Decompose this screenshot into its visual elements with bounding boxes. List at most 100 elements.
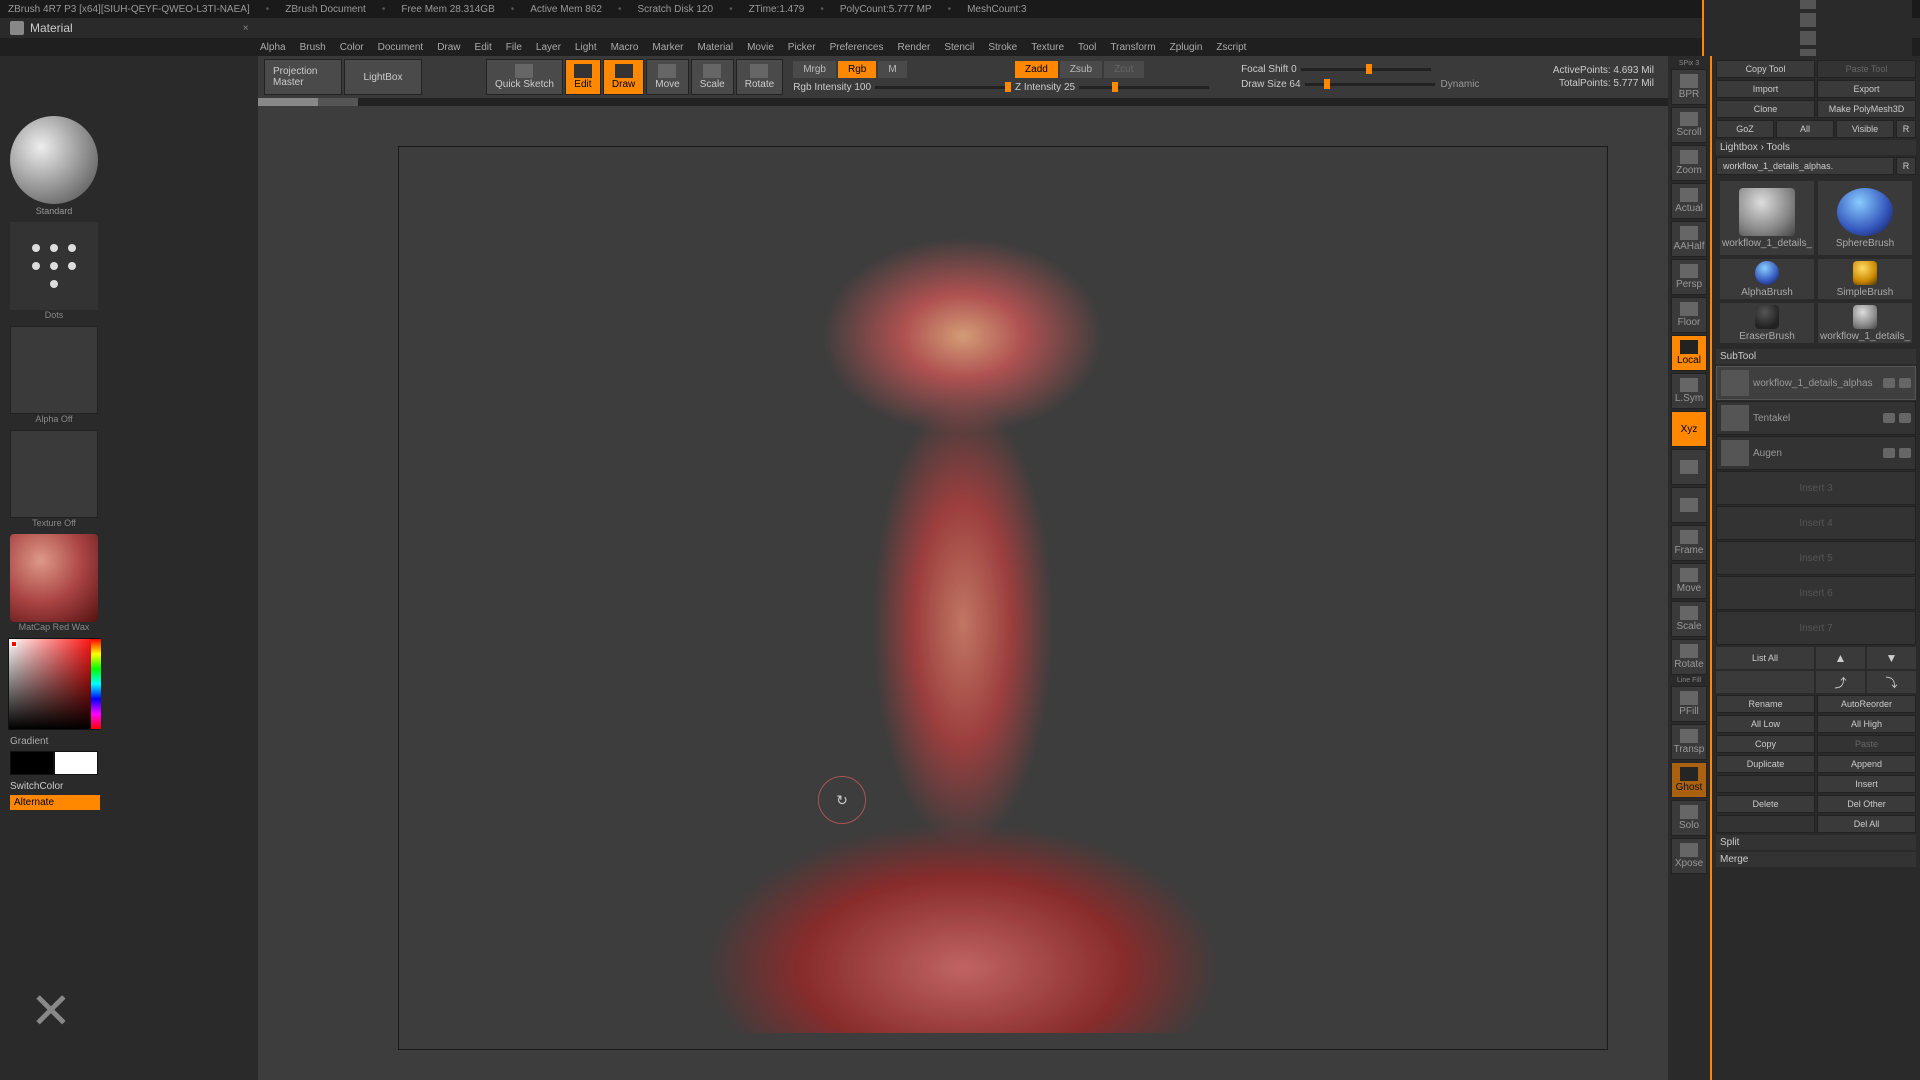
pfill-button[interactable]: PFill (1671, 686, 1707, 722)
scale-button[interactable]: Scale (691, 59, 734, 95)
close-panel-icon[interactable]: × (243, 23, 249, 34)
nav-button-1[interactable] (1671, 449, 1707, 485)
subtool-empty-1[interactable]: Insert 4 (1716, 506, 1916, 540)
menu-preferences[interactable]: Preferences (830, 42, 884, 53)
tool-r-button[interactable]: R (1896, 157, 1916, 175)
tool-thumb-3[interactable]: SimpleBrush (1818, 259, 1912, 299)
brush-preview[interactable] (10, 116, 98, 204)
xpose-button[interactable]: Xpose (1671, 838, 1707, 874)
insert-button[interactable]: Insert (1817, 775, 1916, 793)
paint-toggle-icon[interactable] (1899, 448, 1911, 458)
projection-master-button[interactable]: Projection Master (264, 59, 342, 95)
subtool-empty-0[interactable]: Insert 3 (1716, 471, 1916, 505)
zsub-toggle[interactable]: Zsub (1060, 61, 1102, 78)
menu-macro[interactable]: Macro (611, 42, 639, 53)
m-toggle[interactable]: M (878, 61, 906, 78)
local-button[interactable]: Local (1671, 335, 1707, 371)
ghost-button[interactable]: Ghost (1671, 762, 1707, 798)
menu-zplugin[interactable]: Zplugin (1170, 42, 1203, 53)
menu-brush[interactable]: Brush (300, 42, 326, 53)
material-slot[interactable] (10, 534, 98, 622)
del-all-button[interactable]: Del All (1817, 815, 1916, 833)
menu-material[interactable]: Material (698, 42, 734, 53)
z-intensity-slider[interactable]: Z Intensity 25 (1015, 82, 1209, 93)
menu-draw[interactable]: Draw (437, 42, 460, 53)
transp-button[interactable]: Transp (1671, 724, 1707, 760)
all-high-button[interactable]: All High (1817, 715, 1916, 733)
goz-all-button[interactable]: All (1776, 120, 1834, 138)
nav-down-button[interactable]: ▼ (1867, 647, 1916, 669)
duplicate-button[interactable]: Duplicate (1716, 755, 1815, 773)
subtool-header[interactable]: SubTool (1716, 349, 1916, 364)
edit-button[interactable]: Edit (565, 59, 601, 95)
merge-header[interactable]: Merge (1716, 852, 1916, 867)
quicksketch-button[interactable]: Quick Sketch (486, 59, 563, 95)
move-up-button[interactable]: ⤴ (1816, 671, 1865, 693)
rgb-toggle[interactable]: Rgb (838, 61, 876, 78)
menu-marker[interactable]: Marker (652, 42, 683, 53)
menu-layer[interactable]: Layer (536, 42, 561, 53)
sculpt-mesh[interactable] (673, 213, 1253, 1033)
menu-render[interactable]: Render (898, 42, 931, 53)
menu-light[interactable]: Light (575, 42, 597, 53)
scroll-button[interactable]: Scroll (1671, 107, 1707, 143)
delete-button[interactable]: Delete (1716, 795, 1815, 813)
del-other-button[interactable]: Del Other (1817, 795, 1916, 813)
menu-edit[interactable]: Edit (475, 42, 492, 53)
paint-toggle-icon[interactable] (1899, 378, 1911, 388)
spix-label[interactable]: SPix 3 (1679, 60, 1699, 67)
subtool-empty-3[interactable]: Insert 6 (1716, 576, 1916, 610)
hue-strip[interactable] (91, 639, 101, 729)
nav-button-2[interactable] (1671, 487, 1707, 523)
menu-movie[interactable]: Movie (747, 42, 774, 53)
draw-size-slider[interactable]: Draw Size 64 Dynamic (1241, 79, 1479, 90)
menu-stroke[interactable]: Stroke (988, 42, 1017, 53)
subtool-empty-4[interactable]: Insert 7 (1716, 611, 1916, 645)
layout-icon-3[interactable] (1800, 31, 1816, 45)
vis-toggle-icon[interactable] (1883, 448, 1895, 458)
tool-thumb-2[interactable]: AlphaBrush (1720, 259, 1814, 299)
zadd-toggle[interactable]: Zadd (1015, 61, 1058, 78)
history-strip[interactable] (258, 98, 1668, 106)
layout-icon-1[interactable] (1800, 0, 1816, 9)
vis-toggle-icon[interactable] (1883, 413, 1895, 423)
gradient-label[interactable]: Gradient (10, 736, 48, 747)
aahalf-button[interactable]: AAHalf (1671, 221, 1707, 257)
rotate-view-button[interactable]: Rotate (1671, 639, 1707, 675)
menu-transform[interactable]: Transform (1110, 42, 1155, 53)
goz-r-button[interactable]: R (1896, 120, 1916, 138)
paste-button[interactable]: Paste (1817, 735, 1916, 753)
solo-button[interactable]: Solo (1671, 800, 1707, 836)
rename-button[interactable]: Rename (1716, 695, 1815, 713)
copy-button[interactable]: Copy (1716, 735, 1815, 753)
move-down-button[interactable]: ⤵ (1867, 671, 1916, 693)
paste-tool-button[interactable]: Paste Tool (1817, 60, 1916, 78)
color-marker[interactable] (11, 641, 17, 647)
zcut-toggle[interactable]: Zcut (1104, 61, 1143, 78)
subtool-empty-2[interactable]: Insert 5 (1716, 541, 1916, 575)
autoreorder-button[interactable]: AutoReorder (1817, 695, 1916, 713)
export-button[interactable]: Export (1817, 80, 1916, 98)
menu-color[interactable]: Color (340, 42, 364, 53)
split-header[interactable]: Split (1716, 835, 1916, 850)
menu-picker[interactable]: Picker (788, 42, 816, 53)
append-button[interactable]: Append (1817, 755, 1916, 773)
actual-button[interactable]: Actual (1671, 183, 1707, 219)
vis-toggle-icon[interactable] (1883, 378, 1895, 388)
menu-stencil[interactable]: Stencil (944, 42, 974, 53)
menu-alpha[interactable]: Alpha (260, 42, 286, 53)
copy-tool-button[interactable]: Copy Tool (1716, 60, 1815, 78)
tool-thumb-5[interactable]: workflow_1_details_ (1818, 303, 1912, 343)
focal-shift-slider[interactable]: Focal Shift 0 (1241, 64, 1479, 75)
menu-tool[interactable]: Tool (1078, 42, 1096, 53)
rgb-intensity-slider[interactable]: Rgb Intensity 100 (793, 82, 1005, 93)
layout-icon-2[interactable] (1800, 13, 1816, 27)
stroke-slot[interactable] (10, 222, 98, 310)
persp-button[interactable]: Persp (1671, 259, 1707, 295)
clone-button[interactable]: Clone (1716, 100, 1815, 118)
white-swatch[interactable] (54, 751, 98, 775)
black-swatch[interactable] (10, 751, 54, 775)
goz-button[interactable]: GoZ (1716, 120, 1774, 138)
menu-file[interactable]: File (506, 42, 522, 53)
lightbox-tools-header[interactable]: Lightbox › Tools (1716, 140, 1916, 155)
